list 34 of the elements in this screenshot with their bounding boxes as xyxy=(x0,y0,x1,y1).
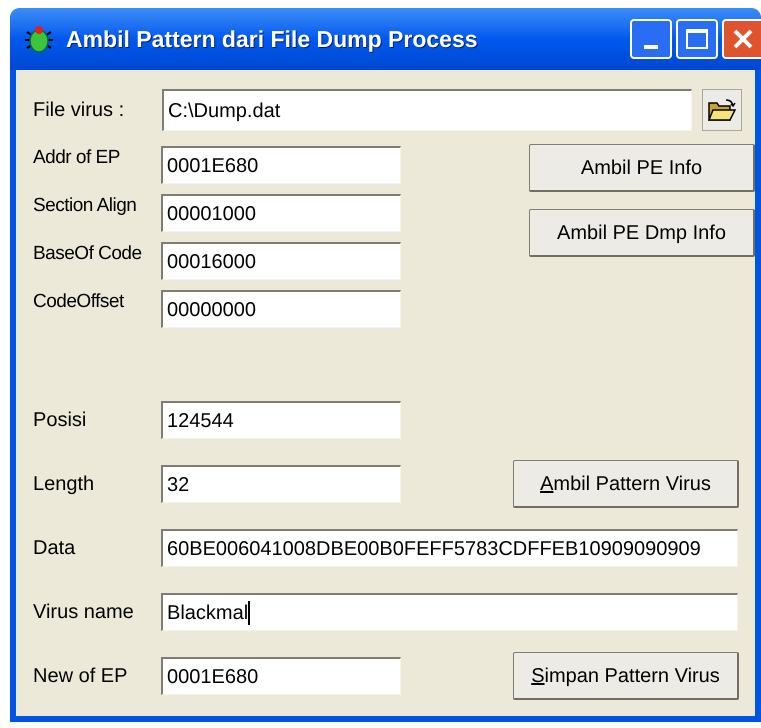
field-label: BaseOf Code xyxy=(33,242,143,266)
field-label: CodeOffset xyxy=(33,290,126,314)
text-field[interactable]: C:\Dump.dat xyxy=(162,89,692,131)
maximize-icon xyxy=(686,29,708,49)
field-label: Posisi xyxy=(33,408,88,433)
text-field[interactable]: 0001E680 xyxy=(161,657,401,695)
text-field[interactable]: 60BE006041008DBE00B0FEFF5783CDFFEB10909090909 xyxy=(161,529,738,567)
window-title: Ambil Pattern dari File Dump Process xyxy=(66,24,478,54)
minimize-icon xyxy=(644,45,658,49)
minimize-button[interactable] xyxy=(630,19,672,59)
folder-icon xyxy=(708,98,736,122)
text-field[interactable]: 32 xyxy=(161,465,401,503)
close-icon xyxy=(732,28,754,50)
field-label: Addr of EP xyxy=(33,146,121,170)
field-label: New of EP xyxy=(33,664,128,689)
text-field[interactable]: Blackmal xyxy=(161,593,738,631)
field-label: Section Align xyxy=(33,194,138,218)
maximize-button[interactable] xyxy=(676,19,718,59)
text-field[interactable]: 00016000 xyxy=(161,242,401,280)
field-label: File virus : xyxy=(33,98,126,123)
action-button[interactable]: Ambil PE Dmp Info xyxy=(529,209,755,257)
close-button[interactable] xyxy=(722,19,761,59)
field-label: Data xyxy=(33,536,76,561)
action-button[interactable]: Simpan Pattern Virus xyxy=(513,652,739,700)
text-field[interactable]: 0001E680 xyxy=(161,146,401,184)
action-button[interactable]: Ambil PE Info xyxy=(529,144,755,192)
text-field[interactable]: 124544 xyxy=(161,401,401,439)
browse-button[interactable] xyxy=(702,89,742,131)
text-cursor xyxy=(248,600,250,624)
field-label: Length xyxy=(33,472,96,497)
text-field[interactable]: 00001000 xyxy=(161,194,401,232)
field-label: Virus name xyxy=(33,600,135,625)
action-button[interactable]: Ambil Pattern Virus xyxy=(513,460,739,508)
text-field[interactable]: 00000000 xyxy=(161,290,401,328)
